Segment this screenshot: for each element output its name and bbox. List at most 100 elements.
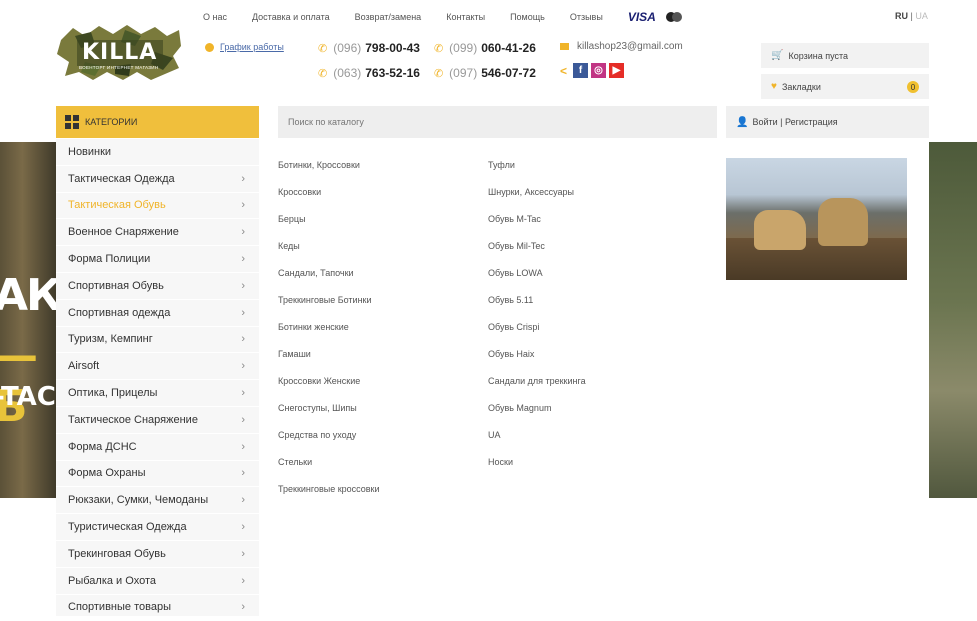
chevron-right-icon: ›	[241, 521, 245, 534]
sidebar-item-tactical-clothing[interactable]: Тактическая Одежда ›	[56, 166, 259, 193]
sidebar-item-police-uniform[interactable]: Форма Полиции ›	[56, 246, 259, 273]
phone-4[interactable]: ✆ (097) 546-07-72	[434, 66, 536, 80]
phone-code: (063)	[333, 66, 362, 80]
chevron-right-icon: ›	[241, 601, 245, 614]
sidebar-item-label: Туристическая Одежда	[68, 521, 187, 534]
promo-banner-right[interactable]	[929, 142, 977, 498]
category-promo-image[interactable]	[726, 158, 907, 280]
submenu-link[interactable]: Туфли	[488, 158, 586, 185]
chevron-right-icon: ›	[241, 333, 245, 346]
submenu-link[interactable]: Сандали, Тапочки	[278, 266, 380, 293]
submenu-link[interactable]: Обувь 5.11	[488, 293, 586, 320]
sidebar-item-tourist-clothing[interactable]: Туристическая Одежда ›	[56, 514, 259, 541]
submenu-link[interactable]: Сандали для треккинга	[488, 374, 586, 401]
nav-help[interactable]: Помощь	[510, 12, 545, 22]
sidebar-item-sport-goods[interactable]: Спортивные товары ›	[56, 595, 259, 621]
submenu-link[interactable]: Кроссовки	[278, 185, 380, 212]
boot-right	[818, 198, 868, 246]
phone-2[interactable]: ✆ (099) 060-41-26	[434, 41, 536, 55]
sidebar-item-tactical-equipment[interactable]: Тактическое Снаряжение ›	[56, 407, 259, 434]
submenu-link[interactable]: Носки	[488, 455, 586, 482]
chevron-right-icon: ›	[241, 279, 245, 292]
lang-ru[interactable]: RU	[895, 11, 908, 21]
sidebar-item-label: Рыбалка и Охота	[68, 574, 156, 587]
submenu-link[interactable]: Обувь Crispi	[488, 320, 586, 347]
mail-icon	[560, 43, 569, 50]
chevron-right-icon: ›	[241, 199, 245, 212]
youtube-icon[interactable]: ▶	[609, 63, 625, 78]
submenu-link[interactable]: Обувь Haix	[488, 347, 586, 374]
sidebar-item-trekking-shoes[interactable]: Трекинговая Обувь ›	[56, 541, 259, 568]
phone-3[interactable]: ✆ (063) 763-52-16	[318, 66, 420, 80]
submenu-link[interactable]: Обувь LOWA	[488, 266, 586, 293]
submenu-link[interactable]: Шнурки, Аксессуары	[488, 185, 586, 212]
sidebar-item-dsns-uniform[interactable]: Форма ДСНС ›	[56, 434, 259, 461]
login-link[interactable]: 👤 Войти | Регистрация	[726, 106, 929, 138]
sidebar-item-sportswear[interactable]: Спортивная одежда ›	[56, 300, 259, 327]
submenu-link[interactable]: Гамаши	[278, 347, 380, 374]
lang-ua[interactable]: UA	[915, 11, 928, 21]
mastercard-icon	[665, 12, 682, 22]
submenu-link[interactable]: Обувь M-Tac	[488, 212, 586, 239]
phone-code: (096)	[333, 41, 362, 55]
sidebar-item-camping[interactable]: Туризм, Кемпинг ›	[56, 327, 259, 354]
sidebar-item-label: Спортивные товары	[68, 601, 171, 614]
submenu-link[interactable]: Треккинговые Ботинки	[278, 293, 380, 320]
submenu-link[interactable]: Кроссовки Женские	[278, 374, 380, 401]
nav-reviews[interactable]: Отзывы	[570, 12, 603, 22]
grid-icon	[65, 115, 79, 129]
nav-delivery[interactable]: Доставка и оплата	[252, 12, 330, 22]
sidebar-item-sport-shoes[interactable]: Спортивная Обувь ›	[56, 273, 259, 300]
share-icon[interactable]: <	[560, 64, 567, 78]
chevron-right-icon: ›	[241, 253, 245, 266]
social-links: < f ◎ ▶	[560, 63, 627, 78]
work-hours-link[interactable]: График работы	[205, 42, 284, 52]
phone-number: 763-52-16	[365, 66, 420, 80]
site-logo[interactable]: KILLA ВОЕНТОРГ ИНТЕРНЕТ МАГАЗИН	[55, 22, 185, 82]
sidebar-item-label: Форма Полиции	[68, 253, 151, 266]
submenu-link[interactable]: Треккинговые кроссовки	[278, 482, 380, 509]
sidebar-item-airsoft[interactable]: Airsoft ›	[56, 353, 259, 381]
sidebar-item-tactical-footwear[interactable]: Тактическая Обувь ›	[56, 193, 259, 220]
promo-banner-left[interactable]: АКТ — Б -TAC	[0, 142, 56, 498]
submenu-link[interactable]: Ботинки, Кроссовки	[278, 158, 380, 185]
submenu-link[interactable]: UA	[488, 428, 586, 455]
submenu-link[interactable]: Стельки	[278, 455, 380, 482]
user-icon: 👤	[736, 116, 749, 128]
sidebar-item-label: Airsoft	[68, 360, 100, 373]
bookmarks-button[interactable]: ♥ Закладки 0	[761, 74, 929, 99]
submenu-link[interactable]: Ботинки женские	[278, 320, 380, 347]
visa-logo: VISA	[627, 10, 656, 24]
submenu-link[interactable]: Берцы	[278, 212, 380, 239]
heart-icon: ♥	[771, 81, 777, 92]
bookmarks-count-badge: 0	[907, 81, 919, 93]
submenu-link[interactable]: Кеды	[278, 239, 380, 266]
nav-about[interactable]: О нас	[203, 12, 227, 22]
phone-1[interactable]: ✆ (096) 798-00-43	[318, 41, 420, 55]
sidebar-item-new[interactable]: Новинки	[56, 139, 259, 166]
categories-header[interactable]: КАТЕГОРИИ	[56, 106, 259, 138]
submenu-link[interactable]: Средства по уходу	[278, 428, 380, 455]
phone-number: 798-00-43	[365, 41, 420, 55]
sidebar-item-security-uniform[interactable]: Форма Охраны ›	[56, 461, 259, 488]
search-input[interactable]	[278, 106, 717, 138]
sidebar-item-military-gear[interactable]: Военное Снаряжение ›	[56, 219, 259, 247]
nav-return[interactable]: Возврат/замена	[355, 12, 422, 22]
chevron-right-icon: ›	[241, 574, 245, 587]
cart-button[interactable]: 🛒 Корзина пуста	[761, 43, 929, 68]
sidebar-item-bags[interactable]: Рюкзаки, Сумки, Чемоданы ›	[56, 487, 259, 515]
submenu-link[interactable]: Обувь Mil-Tec	[488, 239, 586, 266]
instagram-icon[interactable]: ◎	[591, 63, 607, 78]
submenu-link[interactable]: Обувь Magnum	[488, 401, 586, 428]
logo-title: KILLA	[82, 40, 158, 65]
sidebar-item-fishing-hunting[interactable]: Рыбалка и Охота ›	[56, 568, 259, 595]
phone-icon: ✆	[433, 67, 444, 80]
phone-block: ✆ (096) 798-00-43 ✆ (099) 060-41-26 ✆ (0…	[318, 40, 550, 90]
email-link[interactable]: killashop23@gmail.com	[560, 41, 683, 52]
nav-contacts[interactable]: Контакты	[446, 12, 485, 22]
phone-code: (097)	[449, 66, 478, 80]
sidebar-item-optics[interactable]: Оптика, Прицелы ›	[56, 380, 259, 407]
chevron-right-icon: ›	[241, 387, 245, 400]
submenu-link[interactable]: Снегоступы, Шипы	[278, 401, 380, 428]
facebook-icon[interactable]: f	[573, 63, 589, 78]
